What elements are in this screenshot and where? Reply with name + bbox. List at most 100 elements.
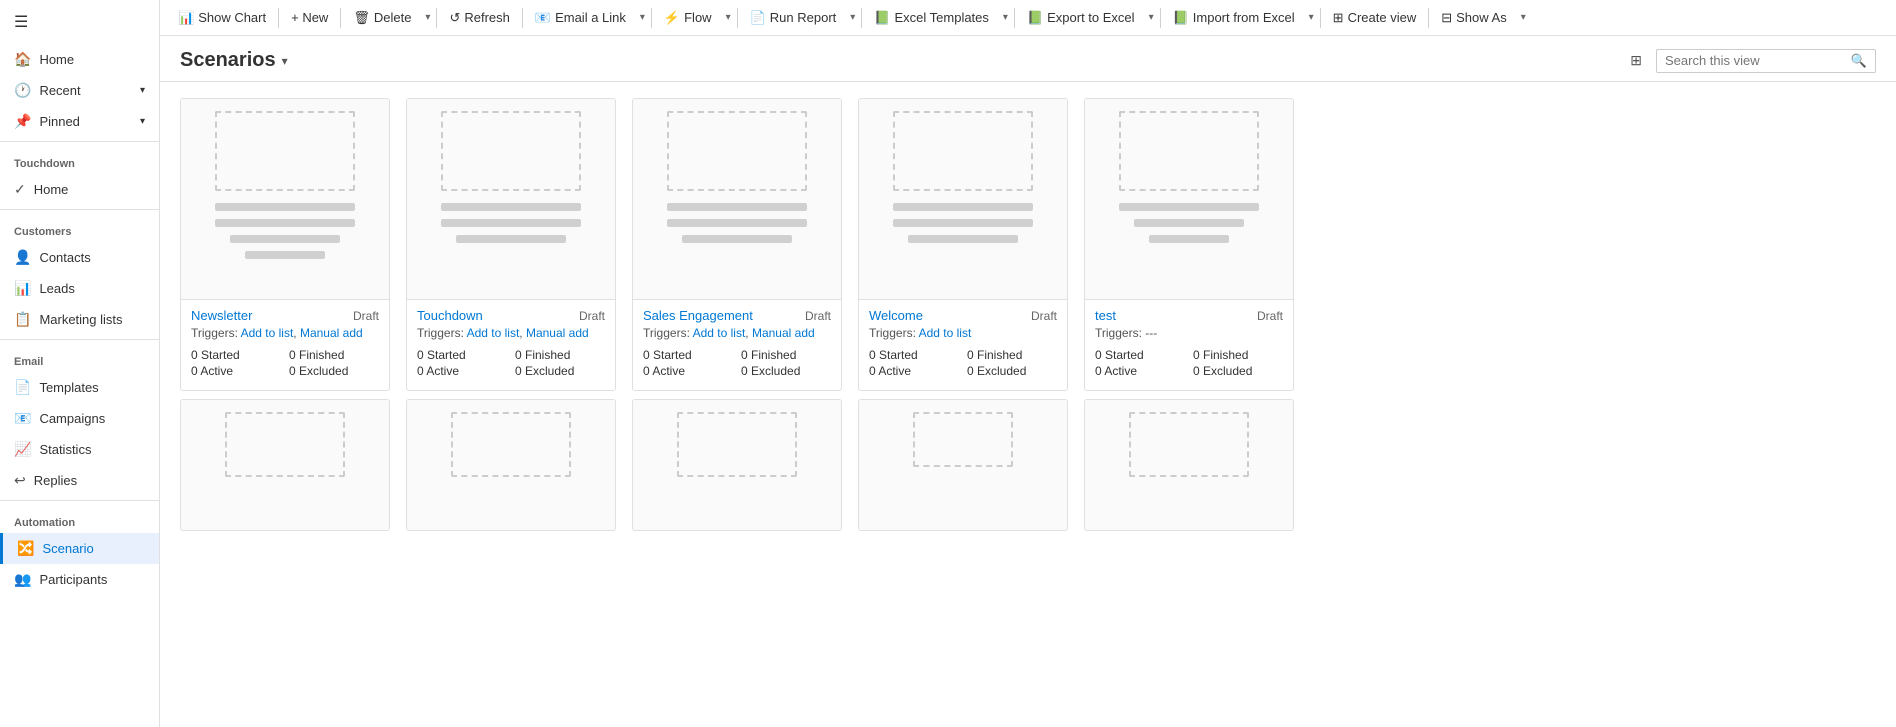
stat-excluded: 0 Excluded <box>741 364 831 378</box>
delete-button[interactable]: 🗑 Delete <box>343 0 421 36</box>
scenario-card-welcome[interactable]: Welcome Draft Triggers: Add to list 0 St… <box>858 98 1068 391</box>
preview-line <box>456 235 566 243</box>
stat-value: 0 Active <box>643 364 685 378</box>
stat-started: 0 Started <box>191 348 281 362</box>
trigger-link[interactable]: Add to list <box>693 326 746 340</box>
show-chart-button[interactable]: 📊 Show Chart <box>168 0 276 36</box>
card-title[interactable]: Sales Engagement <box>643 308 753 323</box>
hamburger-icon[interactable]: ☰ <box>0 0 159 44</box>
card-title[interactable]: Touchdown <box>417 308 483 323</box>
email-dropdown-arrow[interactable]: ▾ <box>636 12 649 23</box>
sidebar-item-marketing-lists[interactable]: 📋 Marketing lists <box>0 304 159 335</box>
create-view-button[interactable]: ⊞ Create view <box>1323 0 1427 36</box>
sidebar-item-scenario[interactable]: 🔀 Scenario <box>0 533 159 564</box>
card-info: test Draft Triggers: --- 0 Started 0 Fin… <box>1085 299 1293 390</box>
sidebar-item-touchdown-home[interactable]: ✓ Home <box>0 174 159 205</box>
scenario-card-placeholder-2[interactable] <box>406 399 616 531</box>
separator <box>436 8 437 28</box>
divider <box>0 500 159 501</box>
flow-button[interactable]: ⚡ Flow <box>654 0 722 36</box>
stat-finished: 0 Finished <box>515 348 605 362</box>
refresh-label: Refresh <box>464 10 510 25</box>
excel-templates-button[interactable]: 📗 Excel Templates <box>864 0 999 36</box>
new-button[interactable]: + New <box>281 0 338 36</box>
card-status: Draft <box>805 309 831 323</box>
report-dropdown-arrow[interactable]: ▾ <box>846 12 859 23</box>
scenario-icon: 🔀 <box>17 540 34 557</box>
refresh-button[interactable]: ↺ Refresh <box>439 0 519 36</box>
trigger-link[interactable]: Add to list <box>919 326 972 340</box>
separator <box>1428 8 1429 28</box>
scenario-card-sales-engagement[interactable]: Sales Engagement Draft Triggers: Add to … <box>632 98 842 391</box>
stat-finished: 0 Finished <box>289 348 379 362</box>
export-icon: 📗 <box>1027 10 1043 26</box>
stat-finished: 0 Finished <box>741 348 831 362</box>
trigger-link[interactable]: Manual add <box>300 326 363 340</box>
stat-value: 0 Excluded <box>515 364 574 378</box>
stat-active: 0 Active <box>417 364 507 378</box>
preview-box <box>1119 111 1259 191</box>
card-preview <box>181 99 389 299</box>
scenario-card-touchdown[interactable]: Touchdown Draft Triggers: Add to list, M… <box>406 98 616 391</box>
card-stats: 0 Started 0 Finished 0 Active 0 Excluded <box>1095 348 1283 386</box>
card-preview <box>859 400 1067 530</box>
excel-icon: 📗 <box>874 10 890 26</box>
sidebar-item-templates[interactable]: 📄 Templates <box>0 372 159 403</box>
card-triggers: Triggers: Add to list, Manual add <box>417 326 605 340</box>
card-stats: 0 Started 0 Finished 0 Active 0 Excluded <box>869 348 1057 386</box>
stat-value: 0 Excluded <box>289 364 348 378</box>
excel-templates-dropdown[interactable]: ▾ <box>999 12 1012 23</box>
sidebar-item-campaigns[interactable]: 📧 Campaigns <box>0 403 159 434</box>
scenario-card-placeholder-3[interactable] <box>632 399 842 531</box>
page-title-chevron-icon[interactable]: ▾ <box>282 54 288 68</box>
scenario-card-placeholder-1[interactable] <box>180 399 390 531</box>
sidebar-item-contacts[interactable]: 👤 Contacts <box>0 242 159 273</box>
sidebar-item-home[interactable]: 🏠 Home <box>0 44 159 75</box>
show-as-icon: ⊟ <box>1441 10 1452 26</box>
card-preview <box>633 400 841 530</box>
filter-icon[interactable]: ⊞ <box>1624 48 1648 73</box>
search-input[interactable] <box>1665 53 1845 68</box>
sidebar-item-pinned[interactable]: 📌 Pinned ▾ <box>0 106 159 137</box>
scenario-card-newsletter[interactable]: Newsletter Draft Triggers: Add to list, … <box>180 98 390 391</box>
export-excel-button[interactable]: 📗 Export to Excel <box>1017 0 1145 36</box>
trigger-link[interactable]: Add to list <box>241 326 294 340</box>
preview-box <box>451 412 571 477</box>
sidebar-item-replies[interactable]: ↩ Replies <box>0 465 159 496</box>
sidebar-item-recent[interactable]: 🕐 Recent ▾ <box>0 75 159 106</box>
show-as-button[interactable]: ⊟ Show As <box>1431 0 1517 36</box>
card-stats: 0 Started 0 Finished 0 Active 0 Excluded <box>643 348 831 386</box>
card-title-row: test Draft <box>1095 308 1283 323</box>
sidebar-item-label: Replies <box>34 473 77 488</box>
export-dropdown-arrow[interactable]: ▾ <box>1145 12 1158 23</box>
sidebar-item-leads[interactable]: 📊 Leads <box>0 273 159 304</box>
import-excel-button[interactable]: 📗 Import from Excel <box>1163 0 1305 36</box>
stat-excluded: 0 Excluded <box>289 364 379 378</box>
search-area: ⊞ 🔍 <box>1624 48 1876 73</box>
scenario-card-placeholder-5[interactable] <box>1084 399 1294 531</box>
card-title-row: Sales Engagement Draft <box>643 308 831 323</box>
divider <box>0 209 159 210</box>
trigger-link[interactable]: Add to list <box>467 326 520 340</box>
flow-dropdown-arrow[interactable]: ▾ <box>722 12 735 23</box>
sidebar-item-statistics[interactable]: 📈 Statistics <box>0 434 159 465</box>
email-link-button[interactable]: 📧 Email a Link <box>525 0 636 36</box>
card-title[interactable]: test <box>1095 308 1116 323</box>
stat-value: 0 Finished <box>967 348 1022 362</box>
run-report-button[interactable]: 📄 Run Report <box>740 0 847 36</box>
sidebar-item-participants[interactable]: 👥 Participants <box>0 564 159 595</box>
import-dropdown-arrow[interactable]: ▾ <box>1305 12 1318 23</box>
card-title[interactable]: Welcome <box>869 308 923 323</box>
delete-dropdown-arrow[interactable]: ▾ <box>421 12 434 23</box>
show-as-dropdown-arrow[interactable]: ▾ <box>1517 12 1530 23</box>
divider <box>0 339 159 340</box>
page-title: Scenarios <box>180 49 276 72</box>
search-box: 🔍 <box>1656 49 1876 73</box>
card-preview <box>407 99 615 299</box>
stat-value: 0 Active <box>191 364 233 378</box>
trigger-link[interactable]: Manual add <box>752 326 815 340</box>
scenario-card-placeholder-4[interactable] <box>858 399 1068 531</box>
trigger-link[interactable]: Manual add <box>526 326 589 340</box>
card-title[interactable]: Newsletter <box>191 308 252 323</box>
scenario-card-test[interactable]: test Draft Triggers: --- 0 Started 0 Fin… <box>1084 98 1294 391</box>
